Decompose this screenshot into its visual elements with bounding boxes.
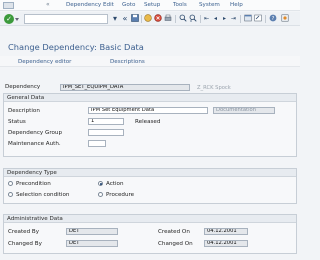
- changed-by-field: DET: [66, 240, 118, 247]
- description-field[interactable]: IPM Set Equipment Data: [88, 107, 208, 114]
- created-on-label: Created On: [158, 229, 190, 235]
- dropdown-icon[interactable]: [15, 18, 19, 21]
- status-label: Status: [8, 119, 26, 125]
- customize-icon[interactable]: [280, 14, 290, 24]
- menu-help[interactable]: Help: [230, 2, 243, 8]
- administrative-data-title: Administrative Data: [7, 216, 63, 222]
- dependency-editor-button[interactable]: Dependency editor: [18, 59, 71, 65]
- dependency-label: Dependency: [5, 84, 41, 90]
- descriptions-button[interactable]: Descriptions: [110, 59, 145, 65]
- created-by-field: DET: [66, 228, 118, 235]
- command-field[interactable]: [24, 14, 108, 24]
- menu-goto[interactable]: Goto: [122, 2, 135, 8]
- changed-on-label: Changed On: [158, 241, 193, 247]
- procedure-label[interactable]: Procedure: [106, 192, 134, 198]
- exit-icon[interactable]: [143, 14, 153, 24]
- created-by-label: Created By: [8, 229, 40, 235]
- dependency-hint: Z_RCK Spock: [197, 85, 231, 91]
- action-label[interactable]: Action: [106, 181, 124, 187]
- maintenance-auth-label: Maintenance Auth.: [8, 141, 61, 147]
- created-on-field: 04.12.2001: [204, 228, 248, 235]
- general-data-section: General Data: [3, 93, 297, 157]
- precondition-radio[interactable]: [8, 181, 13, 186]
- status-field[interactable]: 1: [88, 118, 124, 125]
- dependency-field[interactable]: IPM_SET_EQUIPM_DATA: [60, 84, 190, 91]
- menu-edit[interactable]: Edit: [103, 2, 114, 8]
- find-icon[interactable]: [178, 14, 188, 24]
- dependency-type-title: Dependency Type: [7, 170, 57, 176]
- command-history-icon[interactable]: ▾: [110, 14, 120, 24]
- menu-setup[interactable]: Setup: [144, 2, 160, 8]
- dependency-group-field[interactable]: [88, 129, 124, 136]
- menu-tools[interactable]: Tools: [173, 2, 187, 8]
- documentation-button[interactable]: Documentation: [213, 107, 275, 114]
- svg-text:?: ?: [272, 16, 275, 22]
- first-page-icon[interactable]: ⇤: [202, 14, 211, 24]
- menu-system[interactable]: System: [199, 2, 220, 8]
- back-icon[interactable]: «: [120, 14, 130, 24]
- precondition-label[interactable]: Precondition: [16, 181, 51, 187]
- cancel-icon[interactable]: [153, 14, 163, 24]
- changed-by-label: Changed By: [8, 241, 42, 247]
- check-icon[interactable]: ✓: [4, 14, 14, 24]
- action-radio[interactable]: [98, 181, 103, 186]
- page-title: Change Dependency: Basic Data: [8, 42, 144, 52]
- previous-page-icon[interactable]: ◂: [211, 14, 220, 24]
- maintenance-auth-field[interactable]: [88, 140, 106, 147]
- shortcut-icon[interactable]: [253, 14, 263, 24]
- standard-toolbar: ✓ ▾ « ⇤ ◂ ▸ ⇥ ?: [0, 12, 300, 26]
- next-page-icon[interactable]: ▸: [220, 14, 229, 24]
- administrative-data-section: Administrative Data: [3, 214, 297, 254]
- changed-on-field: 04.12.2001: [204, 240, 248, 247]
- selection-condition-label[interactable]: Selection condition: [16, 192, 69, 198]
- find-next-icon[interactable]: [188, 14, 198, 24]
- procedure-radio[interactable]: [98, 192, 103, 197]
- description-label: Description: [8, 108, 40, 114]
- selection-condition-radio[interactable]: [8, 192, 13, 197]
- general-data-title: General Data: [7, 95, 45, 101]
- print-icon[interactable]: [163, 14, 173, 24]
- dependency-group-label: Dependency Group: [8, 130, 63, 136]
- application-toolbar: Dependency editor Descriptions: [0, 56, 300, 67]
- help-icon[interactable]: ?: [268, 14, 278, 24]
- new-session-icon[interactable]: [243, 14, 253, 24]
- menu-dependency[interactable]: Dependency: [66, 2, 101, 8]
- menu-bar: « Dependency Edit Goto Setup Tools Syste…: [0, 0, 300, 11]
- menu-overflow-icon[interactable]: «: [46, 1, 50, 8]
- command-input[interactable]: [25, 15, 107, 23]
- last-page-icon[interactable]: ⇥: [229, 14, 238, 24]
- status-text: Released: [135, 119, 161, 125]
- save-icon[interactable]: [130, 14, 140, 24]
- sap-logo-icon: [3, 2, 14, 9]
